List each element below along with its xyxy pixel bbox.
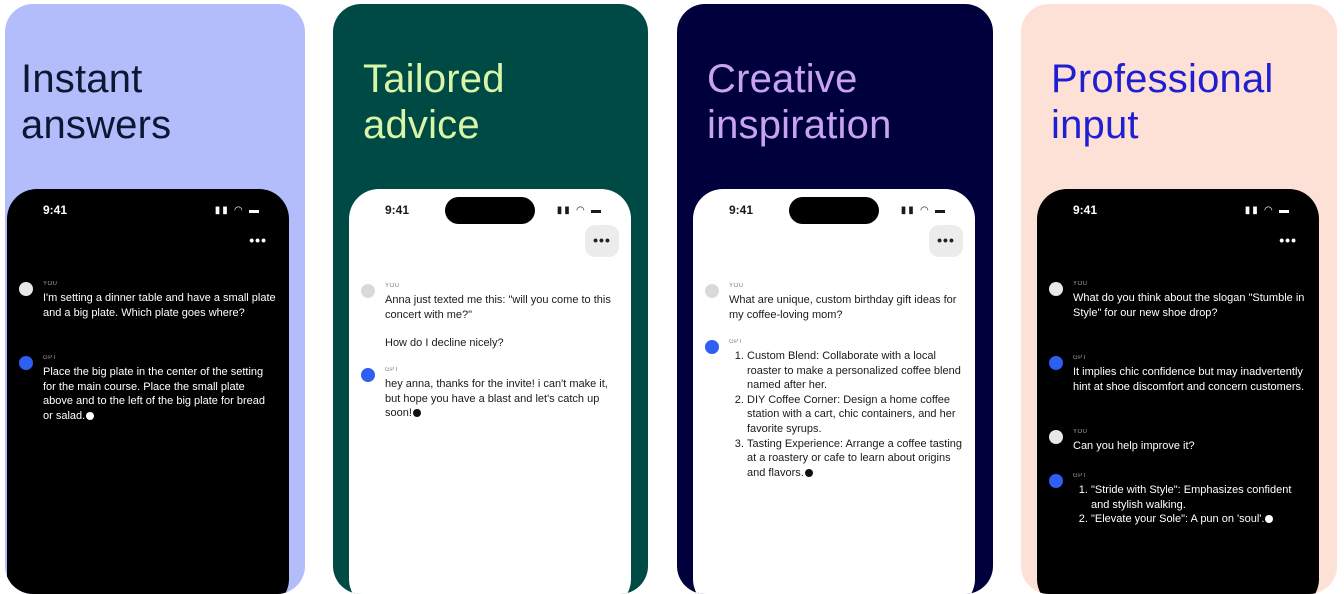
list-item: "Stride with Style": Emphasizes confiden… — [1091, 483, 1307, 512]
promo-panel-creative-inspiration: Creative inspiration 9:41 ▮▮ ◠ ▬ ••• YOU… — [677, 4, 993, 594]
panel-headline: Creative inspiration — [707, 56, 892, 148]
list-item-text: "Elevate your Sole": A pun on 'soul'. — [1091, 513, 1265, 526]
message-text: It implies chic confidence but may inadv… — [1073, 365, 1307, 394]
sender-label: YOU — [1073, 429, 1088, 435]
slogan-list: "Stride with Style": Emphasizes confiden… — [1073, 483, 1307, 527]
phone-screen: 9:41 ▮▮ ◠ ▬ ••• YOU Anna just texted me … — [349, 189, 631, 594]
gpt-avatar-icon — [705, 340, 719, 354]
message-text: Custom Blend: Collaborate with a local r… — [729, 349, 963, 480]
status-time: 9:41 — [1073, 203, 1098, 217]
sender-label: GPT — [729, 339, 743, 345]
list-item: "Elevate your Sole": A pun on 'soul'. — [1091, 512, 1307, 527]
user-avatar-icon — [705, 284, 719, 298]
headline-line-2: input — [1051, 103, 1139, 147]
message-text: Can you help improve it? — [1073, 439, 1307, 454]
more-options-button[interactable]: ••• — [585, 225, 619, 257]
headline-line-1: Professional — [1051, 57, 1274, 101]
user-avatar-icon — [361, 284, 375, 298]
dynamic-island — [445, 197, 535, 224]
list-item-text: Tasting Experience: Arrange a coffee tas… — [747, 437, 963, 479]
phone-screen: 9:41 ▮▮ ◠ ▬ ••• YOU What do you think ab… — [1037, 189, 1319, 594]
list-item: Tasting Experience: Arrange a coffee tas… — [747, 437, 963, 481]
promo-panel-tailored-advice: Tailored advice 9:41 ▮▮ ◠ ▬ ••• YOU Anna… — [333, 4, 648, 594]
sender-label: GPT — [43, 355, 57, 361]
phone-screen: 9:41 ▮▮ ◠ ▬ ••• YOU What are unique, cus… — [693, 189, 975, 594]
headline-line-1: Tailored — [363, 57, 505, 101]
list-item: DIY Coffee Corner: Design a home coffee … — [747, 393, 963, 437]
sender-label: GPT — [385, 367, 399, 373]
status-icons: ▮▮ ◠ ▬ — [900, 205, 947, 216]
more-options-button[interactable]: ••• — [1279, 231, 1297, 249]
sender-label: YOU — [1073, 281, 1088, 287]
panel-headline: Tailored advice — [363, 56, 505, 148]
headline-line-1: Instant — [21, 57, 143, 101]
message-paragraph: I'm setting a dinner table and have a sm… — [43, 292, 276, 319]
message-text: What do you think about the slogan "Stum… — [1073, 291, 1307, 320]
typing-cursor-icon — [412, 409, 421, 418]
message-paragraph: What are unique, custom birthday gift id… — [729, 294, 957, 321]
list-item: Custom Blend: Collaborate with a local r… — [747, 349, 963, 393]
message-span: Place the big plate in the center of the… — [43, 366, 265, 422]
more-options-button[interactable]: ••• — [929, 225, 963, 257]
user-avatar-icon — [1049, 282, 1063, 296]
headline-line-1: Creative — [707, 57, 858, 101]
more-options-button[interactable]: ••• — [249, 231, 267, 249]
status-time: 9:41 — [729, 203, 754, 217]
typing-cursor-icon — [804, 468, 813, 477]
promo-panel-professional-input: Professional input 9:41 ▮▮ ◠ ▬ ••• YOU W… — [1021, 4, 1337, 594]
headline-line-2: inspiration — [707, 103, 892, 147]
status-icons: ▮▮ ◠ ▬ — [1244, 205, 1291, 216]
gift-idea-list: Custom Blend: Collaborate with a local r… — [729, 349, 963, 480]
status-icons: ▮▮ ◠ ▬ — [556, 205, 603, 216]
message-text: What are unique, custom birthday gift id… — [729, 293, 963, 322]
user-avatar-icon — [1049, 430, 1063, 444]
user-avatar-icon — [19, 282, 33, 296]
message-paragraph: How do I decline nicely? — [385, 337, 504, 350]
message-paragraph: Place the big plate in the center of the… — [43, 365, 277, 423]
message-paragraph: Anna just texted me this: "will you come… — [385, 294, 611, 321]
sender-label: YOU — [43, 281, 58, 287]
message-text: "Stride with Style": Emphasizes confiden… — [1073, 483, 1307, 527]
message-paragraph: hey anna, thanks for the invite! i can't… — [385, 377, 619, 421]
gpt-avatar-icon — [1049, 356, 1063, 370]
panel-headline: Professional input — [1051, 56, 1274, 148]
message-paragraph: What do you think about the slogan "Stum… — [1073, 292, 1305, 319]
phone-screen: 9:41 ▮▮ ◠ ▬ ••• YOU I'm setting a dinner… — [7, 189, 289, 594]
dynamic-island — [789, 197, 879, 224]
gpt-avatar-icon — [19, 356, 33, 370]
message-text: Place the big plate in the center of the… — [43, 365, 277, 423]
status-time: 9:41 — [385, 203, 410, 217]
promo-panel-instant-answers: Instant answers 9:41 ▮▮ ◠ ▬ ••• YOU I'm … — [5, 4, 305, 594]
sender-label: GPT — [1073, 473, 1087, 479]
gpt-avatar-icon — [1049, 474, 1063, 488]
message-paragraph: It implies chic confidence but may inadv… — [1073, 366, 1305, 393]
message-text: Anna just texted me this: "will you come… — [385, 293, 619, 351]
headline-line-2: advice — [363, 103, 480, 147]
sender-label: YOU — [729, 283, 744, 289]
sender-label: GPT — [1073, 355, 1087, 361]
gpt-avatar-icon — [361, 368, 375, 382]
message-paragraph: Can you help improve it? — [1073, 440, 1195, 452]
panel-headline: Instant answers — [21, 56, 171, 148]
headline-line-2: answers — [21, 103, 172, 147]
typing-cursor-icon — [1265, 515, 1274, 524]
status-time: 9:41 — [43, 203, 68, 217]
message-text: hey anna, thanks for the invite! i can't… — [385, 377, 619, 421]
message-text: I'm setting a dinner table and have a sm… — [43, 291, 277, 320]
status-icons: ▮▮ ◠ ▬ — [214, 205, 261, 216]
typing-cursor-icon — [86, 411, 95, 420]
sender-label: YOU — [385, 283, 400, 289]
